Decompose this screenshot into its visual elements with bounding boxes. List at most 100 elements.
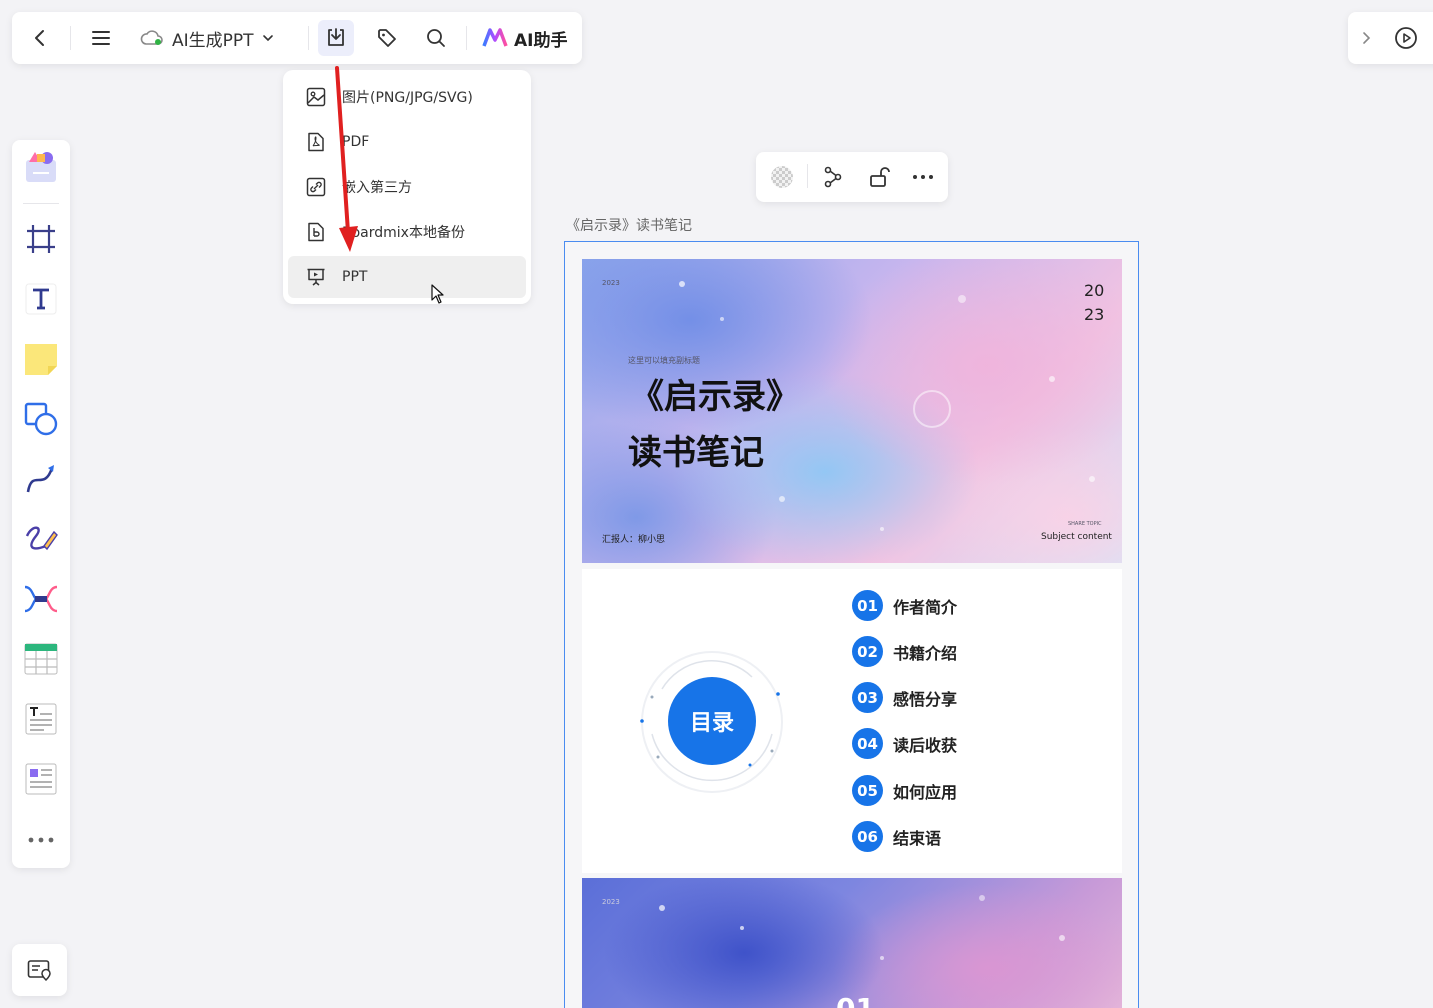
slide-section[interactable]: 2023 01 — [582, 878, 1122, 1008]
toc-item: 06 结束语 — [852, 821, 941, 852]
toc-number: 01 — [852, 590, 883, 621]
frame-tool[interactable] — [21, 219, 61, 259]
document-card-tool[interactable] — [21, 759, 61, 799]
download-icon — [328, 28, 344, 46]
toc-item: 03 感悟分享 — [852, 682, 957, 713]
top-toolbar: AI生成PPT AI助手 — [12, 12, 582, 64]
export-backup-item[interactable]: Boardmix本地备份 — [288, 211, 526, 253]
toc-label: 书籍介绍 — [893, 643, 958, 663]
connect-button[interactable] — [815, 159, 851, 195]
slide-subtitle-hint: 这里可以填充副标题 — [628, 356, 700, 365]
toc-label: 读后收获 — [893, 735, 958, 755]
slide-share-topic: SHARE TOPIC — [1068, 521, 1102, 527]
text-doc-tool[interactable] — [21, 699, 61, 739]
more-options-button[interactable] — [905, 159, 941, 195]
toc-item: 01 作者简介 — [852, 590, 957, 621]
slide-year-bottom: 23 — [1084, 305, 1105, 324]
slide-year-small: 2023 — [602, 898, 620, 906]
toc-label: 感悟分享 — [893, 689, 958, 709]
menu-button[interactable] — [83, 20, 119, 56]
text-document-icon — [25, 703, 57, 735]
slide-title-line2: 读书笔记 — [628, 433, 764, 473]
search-icon — [427, 29, 445, 47]
toc-number: 06 — [852, 821, 883, 852]
toc-number: 03 — [852, 682, 883, 713]
selected-frame[interactable]: 2023 20 23 这里可以填充副标题 《启示录》 读书笔记 汇报人：柳小思 … — [564, 241, 1139, 1008]
toc-item: 04 读后收获 — [852, 728, 957, 759]
toolbar-divider — [466, 26, 467, 50]
sticky-note-tool[interactable] — [21, 339, 61, 379]
unlock-icon — [870, 167, 890, 187]
toc-label: 如何应用 — [893, 782, 958, 802]
template-tool[interactable] — [21, 148, 61, 188]
section-number: 01 — [836, 992, 875, 1008]
connector-tool[interactable] — [21, 459, 61, 499]
lock-button[interactable] — [861, 159, 897, 195]
presentation-icon — [307, 268, 325, 286]
selection-toolbar — [756, 152, 948, 202]
embed-link-icon — [306, 177, 326, 197]
document-card-icon — [25, 763, 57, 795]
export-embed-item[interactable]: 嵌入第三方 — [288, 166, 526, 208]
minimap-button[interactable] — [12, 944, 67, 996]
expand-button[interactable] — [1348, 20, 1384, 56]
menu-item-label: 嵌入第三方 — [342, 180, 412, 196]
toc-number: 02 — [852, 636, 883, 667]
frame-title[interactable]: 《启示录》读书笔记 — [566, 215, 692, 235]
export-ppt-item[interactable]: PPT — [288, 256, 526, 298]
toc-number: 05 — [852, 775, 883, 806]
document-title-dropdown[interactable]: AI生成PPT — [140, 20, 274, 56]
shape-icon — [24, 402, 58, 436]
slide-contents[interactable]: 目录 01 作者简介 02 书籍介绍 03 感悟分享 04 读后收获 05 如何应用 06… — [582, 569, 1122, 873]
text-tool[interactable] — [21, 279, 61, 319]
mindmap-tool[interactable] — [21, 579, 61, 619]
chevron-right-icon — [1363, 32, 1371, 44]
ai-logo-icon — [482, 28, 508, 47]
present-button[interactable] — [1388, 20, 1424, 56]
export-pdf-item[interactable]: PDF — [288, 121, 526, 163]
more-dots-icon — [913, 175, 933, 179]
tag-icon — [378, 29, 396, 47]
slide-year-top: 20 — [1084, 281, 1105, 300]
toolbar-divider — [308, 26, 309, 50]
toc-label: 结束语 — [893, 828, 942, 848]
toc-item: 05 如何应用 — [852, 775, 957, 806]
template-icon — [26, 152, 56, 182]
export-image-item[interactable]: 图片(PNG/JPG/SVG) — [288, 76, 526, 118]
table-tool[interactable] — [21, 639, 61, 679]
text-icon — [25, 283, 57, 315]
search-button[interactable] — [418, 20, 454, 56]
image-icon — [306, 87, 326, 107]
play-circle-icon — [1395, 27, 1417, 49]
back-button[interactable] — [22, 20, 58, 56]
export-menu: 图片(PNG/JPG/SVG) PDF 嵌入第三方 Boardmix本地备份 P… — [283, 70, 531, 304]
ai-assistant-label: AI助手 — [514, 30, 568, 51]
toolbar-divider — [807, 164, 808, 188]
mouse-cursor-icon — [431, 284, 444, 304]
menu-item-label: Boardmix本地备份 — [342, 225, 465, 241]
export-button[interactable] — [318, 20, 354, 56]
sticky-note-icon — [25, 344, 57, 375]
table-icon — [24, 643, 58, 675]
bubble-decoration — [659, 895, 1065, 960]
document-title: AI生成PPT — [172, 30, 254, 51]
fill-button[interactable] — [764, 159, 800, 195]
slide-reporter: 汇报人：柳小思 — [602, 535, 666, 545]
curve-connector-icon — [26, 465, 54, 493]
cloud-sync-icon — [140, 30, 163, 45]
connection-nodes-icon — [824, 166, 842, 188]
shape-tool[interactable] — [21, 399, 61, 439]
backup-file-icon — [308, 222, 324, 242]
menu-item-label: PDF — [342, 134, 370, 150]
contents-circle: 目录 — [668, 677, 756, 765]
toc-label: 作者简介 — [893, 597, 958, 617]
mindmap-icon — [24, 585, 58, 613]
slide-cover[interactable]: 2023 20 23 这里可以填充副标题 《启示录》 读书笔记 汇报人：柳小思 … — [582, 259, 1122, 563]
rail-divider — [23, 203, 59, 204]
tag-button[interactable] — [369, 20, 405, 56]
more-tools-button[interactable] — [21, 820, 61, 860]
chevron-left-icon — [35, 30, 44, 46]
pen-tool[interactable] — [21, 519, 61, 559]
ai-assistant-button[interactable]: AI助手 — [482, 20, 567, 56]
slide-title-line1: 《启示录》 — [630, 377, 800, 417]
